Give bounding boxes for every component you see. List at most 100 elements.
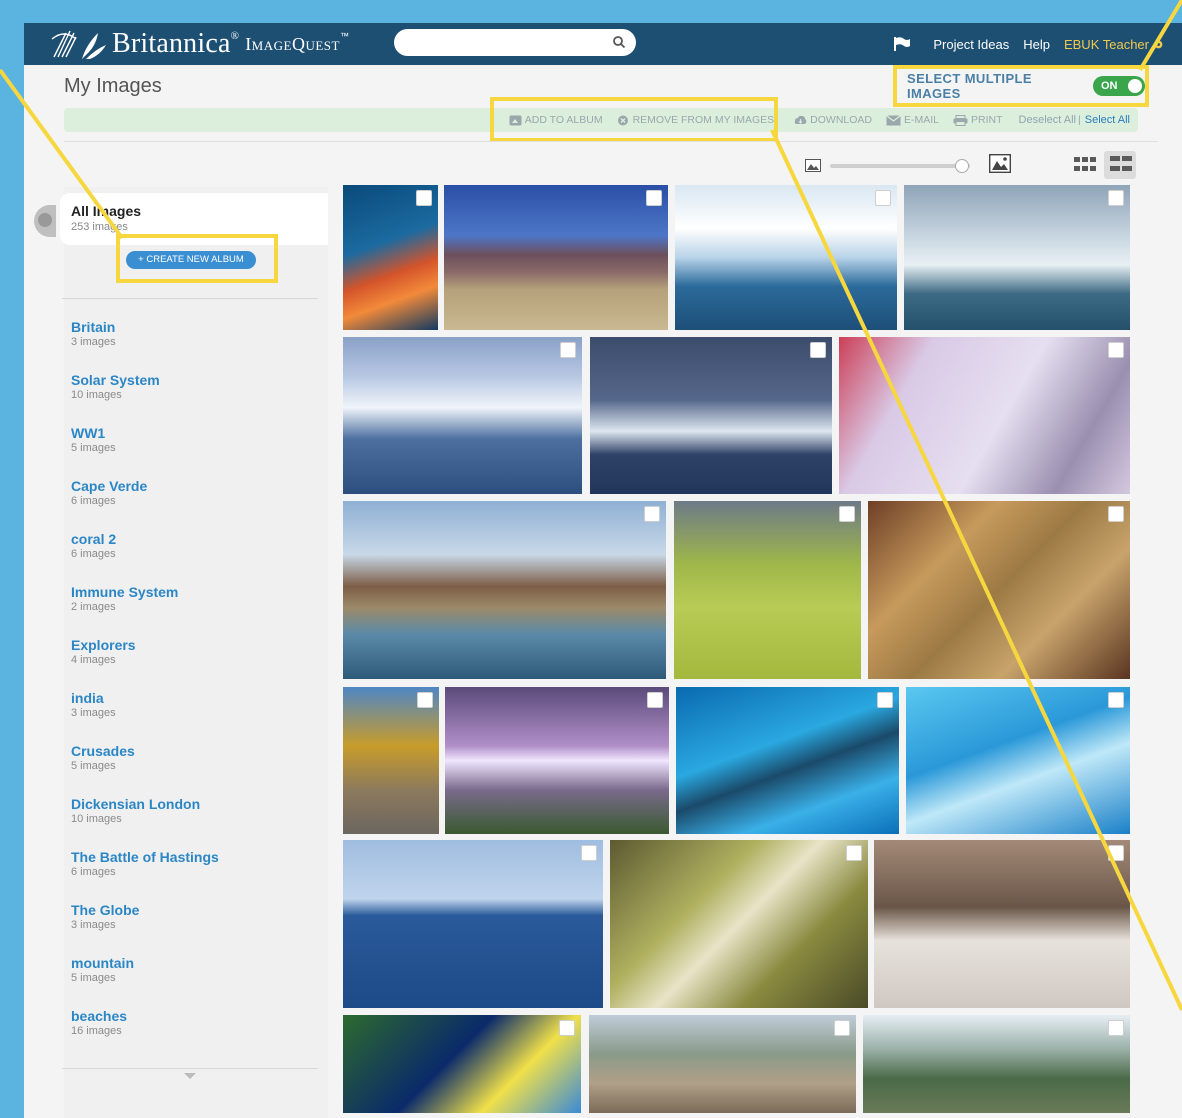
image-tile[interactable] — [874, 840, 1130, 1008]
sidebar-item-india[interactable]: india 3 images — [71, 690, 311, 719]
image-select-checkbox[interactable] — [417, 692, 433, 708]
sidebar-item-immune-system[interactable]: Immune System 2 images — [71, 584, 311, 613]
divider — [64, 141, 1158, 142]
all-images-count: 253 images — [71, 221, 128, 233]
image-tile[interactable] — [343, 687, 439, 834]
sidebar-item-britain[interactable]: Britain 3 images — [71, 319, 311, 348]
sidebar-divider-bottom — [62, 1068, 318, 1069]
image-select-checkbox[interactable] — [646, 190, 662, 206]
image-tile[interactable] — [445, 687, 669, 834]
image-select-checkbox[interactable] — [1108, 692, 1124, 708]
image-large-icon[interactable] — [989, 154, 1011, 173]
image-thumbnail — [675, 185, 897, 330]
select-multiple-label: SELECT MULTIPLE IMAGES — [907, 71, 1032, 101]
image-tile[interactable] — [868, 501, 1130, 679]
image-tile[interactable] — [343, 1015, 581, 1113]
image-select-checkbox[interactable] — [581, 845, 597, 861]
sidebar-item-mountain[interactable]: mountain 5 images — [71, 955, 311, 984]
image-tile[interactable] — [906, 687, 1130, 834]
select-multiple-toggle[interactable]: ON — [1092, 76, 1145, 96]
all-images-title: All Images — [71, 203, 142, 219]
image-tile[interactable] — [444, 185, 668, 330]
image-tile[interactable] — [343, 337, 582, 494]
album-name: india — [71, 690, 104, 706]
zoom-slider-handle[interactable] — [955, 159, 969, 173]
image-select-checkbox[interactable] — [877, 692, 893, 708]
album-name: mountain — [71, 955, 134, 971]
image-thumbnail — [445, 687, 669, 834]
image-select-checkbox[interactable] — [559, 1020, 575, 1036]
print-button[interactable]: PRINT — [953, 114, 1003, 126]
highlight-album-actions — [490, 97, 778, 142]
search-icon[interactable] — [612, 35, 626, 49]
image-thumbnail — [343, 185, 438, 330]
image-tile[interactable] — [343, 840, 603, 1008]
image-select-checkbox[interactable] — [1108, 845, 1124, 861]
album-name: WW1 — [71, 425, 106, 441]
sidebar-item-ww1[interactable]: WW1 5 images — [71, 425, 311, 454]
image-tile[interactable] — [674, 501, 861, 679]
email-button[interactable]: E-MAIL — [886, 114, 939, 126]
image-select-checkbox[interactable] — [846, 845, 862, 861]
image-select-checkbox[interactable] — [1108, 1020, 1124, 1036]
search-box — [394, 29, 636, 56]
image-select-checkbox[interactable] — [560, 342, 576, 358]
sidebar-item-battle-of-hastings[interactable]: The Battle of Hastings 6 images — [71, 849, 311, 878]
small-grid-view-button[interactable] — [1070, 153, 1096, 177]
album-name: coral 2 — [71, 531, 117, 547]
image-thumbnail — [444, 185, 668, 330]
select-all-link[interactable]: Select All — [1085, 114, 1130, 126]
sidebar-item-coral-2[interactable]: coral 26 images — [71, 531, 311, 560]
image-thumbnail — [906, 687, 1130, 834]
image-tile[interactable] — [610, 840, 868, 1008]
image-tile[interactable] — [589, 1015, 856, 1113]
user-menu[interactable]: EBUK Teacher — [1064, 37, 1149, 52]
image-tile[interactable] — [839, 337, 1130, 494]
image-tile[interactable] — [904, 185, 1130, 330]
image-tile[interactable] — [863, 1015, 1130, 1113]
image-tile[interactable] — [590, 337, 832, 494]
large-grid-view-button[interactable] — [1104, 151, 1136, 179]
gear-icon[interactable] — [1153, 39, 1164, 50]
album-name: Crusades — [71, 743, 135, 759]
sidebar-item-beaches[interactable]: beaches 16 images — [71, 1008, 311, 1037]
sidebar-item-dickensian-london[interactable]: Dickensian London 10 images — [71, 796, 311, 825]
image-select-checkbox[interactable] — [875, 190, 891, 206]
help-link[interactable]: Help — [1023, 37, 1050, 52]
image-select-checkbox[interactable] — [1108, 190, 1124, 206]
zoom-slider-track[interactable] — [830, 164, 970, 168]
flag-icon[interactable] — [893, 36, 911, 52]
image-select-checkbox[interactable] — [647, 692, 663, 708]
image-tile[interactable] — [676, 687, 899, 834]
sidebar-item-the-globe[interactable]: The Globe 3 images — [71, 902, 311, 931]
britannica-logo[interactable]: Britannica ® ImageQuest ™ — [46, 26, 349, 62]
scroll-down-icon[interactable] — [184, 1073, 196, 1079]
image-select-checkbox[interactable] — [416, 190, 432, 206]
sidebar-item-solar-system[interactable]: Solar System 10 images — [71, 372, 311, 401]
image-select-checkbox[interactable] — [810, 342, 826, 358]
image-thumbnail — [904, 185, 1130, 330]
image-select-checkbox[interactable] — [839, 506, 855, 522]
album-count: 4 images — [71, 654, 116, 666]
image-select-checkbox[interactable] — [1108, 506, 1124, 522]
sidebar-item-explorers[interactable]: Explorers 4 images — [71, 637, 311, 666]
search-input[interactable] — [406, 29, 606, 56]
image-tile[interactable] — [343, 185, 438, 330]
image-tile[interactable] — [343, 501, 666, 679]
image-tile[interactable] — [675, 185, 897, 330]
app-window: Britannica ® ImageQuest ™ Project Ideas … — [24, 23, 1182, 1118]
image-select-checkbox[interactable] — [1108, 342, 1124, 358]
toggle-knob — [1128, 79, 1142, 93]
header-bar: Britannica ® ImageQuest ™ Project Ideas … — [24, 23, 1182, 65]
print-label: PRINT — [971, 114, 1003, 126]
image-select-checkbox[interactable] — [834, 1020, 850, 1036]
sidebar-item-crusades[interactable]: Crusades 5 images — [71, 743, 311, 772]
project-ideas-link[interactable]: Project Ideas — [933, 37, 1009, 52]
collapse-sidebar-button[interactable] — [34, 205, 56, 237]
sidebar-item-cape-verde[interactable]: Cape Verde 6 images — [71, 478, 311, 507]
image-select-checkbox[interactable] — [644, 506, 660, 522]
download-button[interactable]: DOWNLOAD — [794, 114, 872, 126]
image-small-icon[interactable] — [805, 159, 821, 172]
image-thumbnail — [589, 1015, 856, 1113]
deselect-all-link[interactable]: Deselect All — [1019, 114, 1076, 126]
